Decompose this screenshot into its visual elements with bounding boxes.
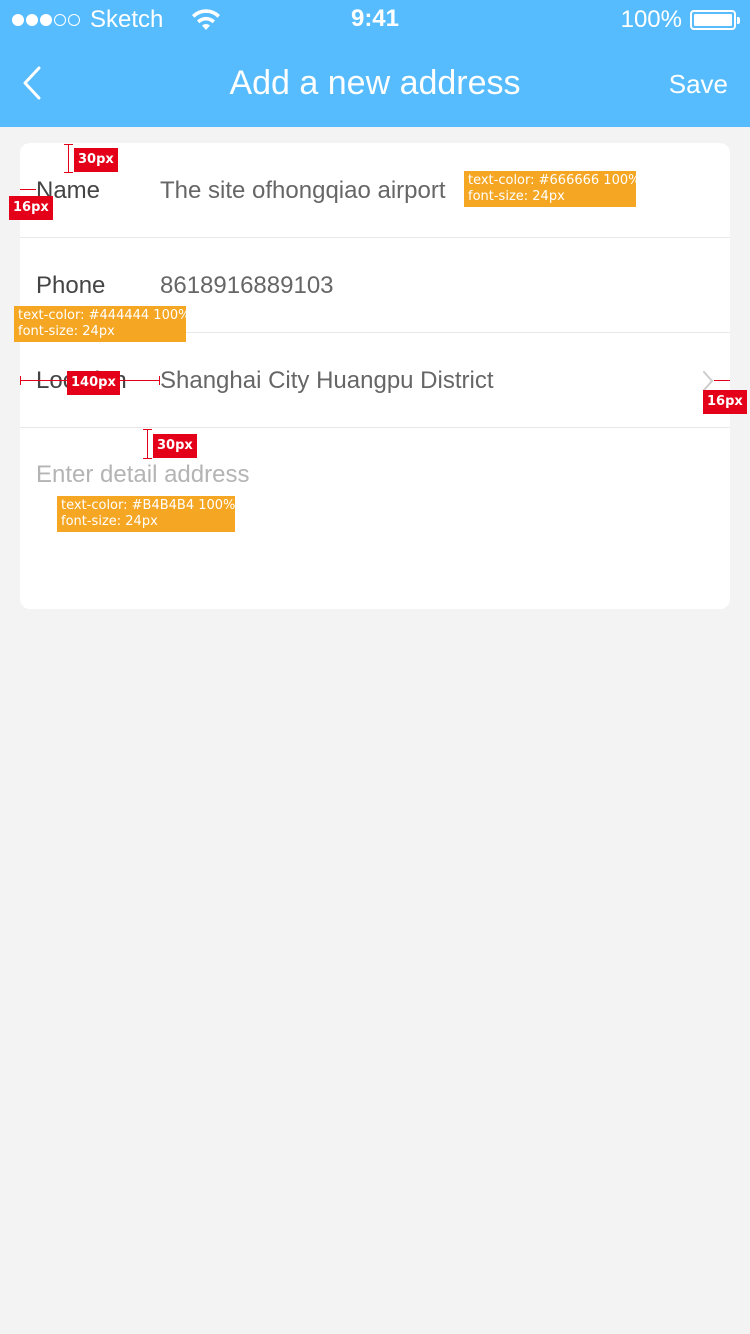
annotation-left-padding: 16px [9, 196, 53, 220]
measure-line [143, 458, 152, 459]
page-title: Add a new address [229, 64, 521, 102]
measure-line [159, 376, 160, 385]
battery-icon [690, 10, 740, 30]
annotation-right-padding: 16px [703, 390, 747, 414]
measure-line [64, 172, 73, 173]
annotation-label-style: text-color: #444444 100% font-size: 24px [14, 306, 191, 342]
save-button[interactable]: Save [669, 68, 728, 100]
annotation-value-style: text-color: #666666 100% font-size: 24px [464, 171, 641, 207]
annotation-line: text-color: #444444 100% [18, 308, 191, 323]
annotation-placeholder-style: text-color: #B4B4B4 100% font-size: 24px [57, 496, 235, 532]
measure-line [147, 429, 148, 458]
annotation-line: font-size: 24px [18, 324, 115, 339]
annotation-detail-top-padding: 30px [153, 434, 197, 458]
annotation-top-padding: 30px [74, 148, 118, 172]
measure-line [20, 376, 21, 385]
annotation-line: font-size: 24px [468, 189, 565, 204]
status-right: 100% [620, 6, 740, 34]
name-field[interactable]: The site ofhongqiao airport [160, 143, 446, 238]
location-value: Shanghai City Huangpu District [160, 367, 494, 394]
status-bar: Sketch 9:41 100% [0, 0, 750, 40]
app-header: Sketch 9:41 100% Add a new address Save [0, 0, 750, 127]
measure-line [64, 144, 73, 145]
annotation-line: text-color: #B4B4B4 100% [61, 498, 236, 513]
address-form-card: Name The site ofhongqiao airport Phone 8… [20, 143, 730, 609]
measure-line [714, 380, 730, 381]
chevron-right-icon [703, 371, 713, 391]
measure-line [20, 189, 36, 190]
nav-bar: Add a new address Save [0, 40, 750, 127]
measure-line [143, 429, 152, 430]
annotation-line: font-size: 24px [61, 514, 158, 529]
annotation-label-width: 140px [67, 371, 120, 395]
battery-percentage: 100% [620, 6, 682, 33]
measure-line [68, 144, 69, 172]
annotation-line: text-color: #666666 100% [468, 173, 641, 188]
